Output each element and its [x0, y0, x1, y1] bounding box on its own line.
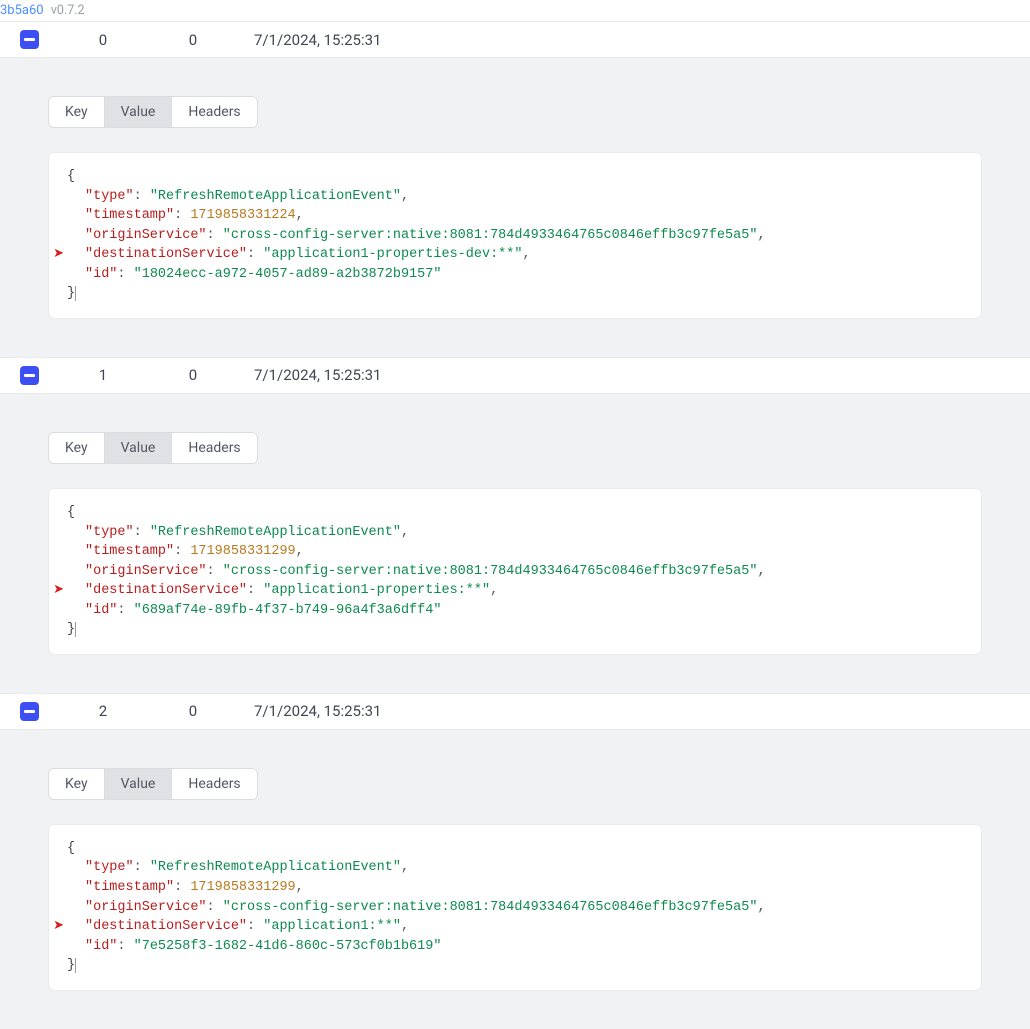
minus-icon [24, 38, 35, 40]
record-timestamp: 7/1/2024, 15:25:31 [238, 366, 381, 384]
record-detail: KeyValueHeaders {"type": "RefreshRemoteAp… [0, 394, 1030, 693]
topbar: 3b5a60 v0.7.2 [0, 0, 1030, 21]
json-value: cross-config-server:native:8081:784d4933… [231, 900, 749, 915]
json-value: 1719858331299 [190, 880, 295, 895]
json-value: 1719858331224 [190, 208, 295, 223]
commit-hash-link[interactable]: 3b5a60 [0, 3, 44, 18]
tab-key[interactable]: Key [49, 433, 105, 463]
json-pane: {"type": "RefreshRemoteApplicationEvent"… [48, 824, 982, 991]
tab-headers[interactable]: Headers [172, 97, 256, 127]
minus-icon [24, 710, 35, 712]
detail-tabs: KeyValueHeaders [48, 432, 258, 464]
detail-tabs: KeyValueHeaders [48, 96, 258, 128]
detail-tabs: KeyValueHeaders [48, 768, 258, 800]
record-index: 0 [58, 31, 148, 49]
version-label: v0.7.2 [51, 3, 85, 18]
tab-key[interactable]: Key [49, 97, 105, 127]
tab-key[interactable]: Key [49, 769, 105, 799]
record-row[interactable]: 007/1/2024, 15:25:31 [0, 21, 1030, 58]
json-content: {"type": "RefreshRemoteApplicationEvent"… [65, 167, 965, 304]
json-value: 7e5258f3-1682-41d6-860c-573cf0b1b619 [142, 939, 434, 954]
arrow-marker-icon: ➤ [53, 581, 64, 600]
json-content: {"type": "RefreshRemoteApplicationEvent"… [65, 839, 965, 976]
tab-value[interactable]: Value [105, 769, 173, 799]
record-row[interactable]: 107/1/2024, 15:25:31 [0, 357, 1030, 394]
minus-icon [24, 374, 35, 376]
json-value: RefreshRemoteApplicationEvent [158, 860, 393, 875]
record-index: 2 [58, 702, 148, 720]
arrow-marker-icon: ➤ [53, 245, 64, 264]
record-partition: 0 [148, 366, 238, 384]
json-value: cross-config-server:native:8081:784d4933… [231, 228, 749, 243]
record-partition: 0 [148, 702, 238, 720]
record-detail: KeyValueHeaders {"type": "RefreshRemoteAp… [0, 58, 1030, 357]
json-value: application1-properties-dev:** [271, 247, 514, 262]
json-content: {"type": "RefreshRemoteApplicationEvent"… [65, 503, 965, 640]
record-row[interactable]: 207/1/2024, 15:25:31 [0, 693, 1030, 730]
collapse-button[interactable] [20, 30, 39, 49]
record-index: 1 [58, 366, 148, 384]
json-value: 1719858331299 [190, 544, 295, 559]
record-timestamp: 7/1/2024, 15:25:31 [238, 31, 381, 49]
record-partition: 0 [148, 31, 238, 49]
collapse-button[interactable] [20, 702, 39, 721]
tab-headers[interactable]: Headers [172, 433, 256, 463]
record-timestamp: 7/1/2024, 15:25:31 [238, 702, 381, 720]
tab-headers[interactable]: Headers [172, 769, 256, 799]
tab-value[interactable]: Value [105, 433, 173, 463]
json-value: RefreshRemoteApplicationEvent [158, 525, 393, 540]
json-value: 18024ecc-a972-4057-ad89-a2b3872b9157 [142, 267, 434, 282]
json-pane: {"type": "RefreshRemoteApplicationEvent"… [48, 152, 982, 319]
json-value: 689af74e-89fb-4f37-b749-96a4f3a6dff4 [142, 603, 434, 618]
json-value: RefreshRemoteApplicationEvent [158, 189, 393, 204]
json-value: cross-config-server:native:8081:784d4933… [231, 564, 749, 579]
json-pane: {"type": "RefreshRemoteApplicationEvent"… [48, 488, 982, 655]
json-value: application1-properties:** [271, 583, 482, 598]
json-value: application1:** [271, 919, 393, 934]
collapse-button[interactable] [20, 366, 39, 385]
tab-value[interactable]: Value [105, 97, 173, 127]
arrow-marker-icon: ➤ [53, 917, 64, 936]
record-detail: KeyValueHeaders {"type": "RefreshRemoteAp… [0, 730, 1030, 1029]
